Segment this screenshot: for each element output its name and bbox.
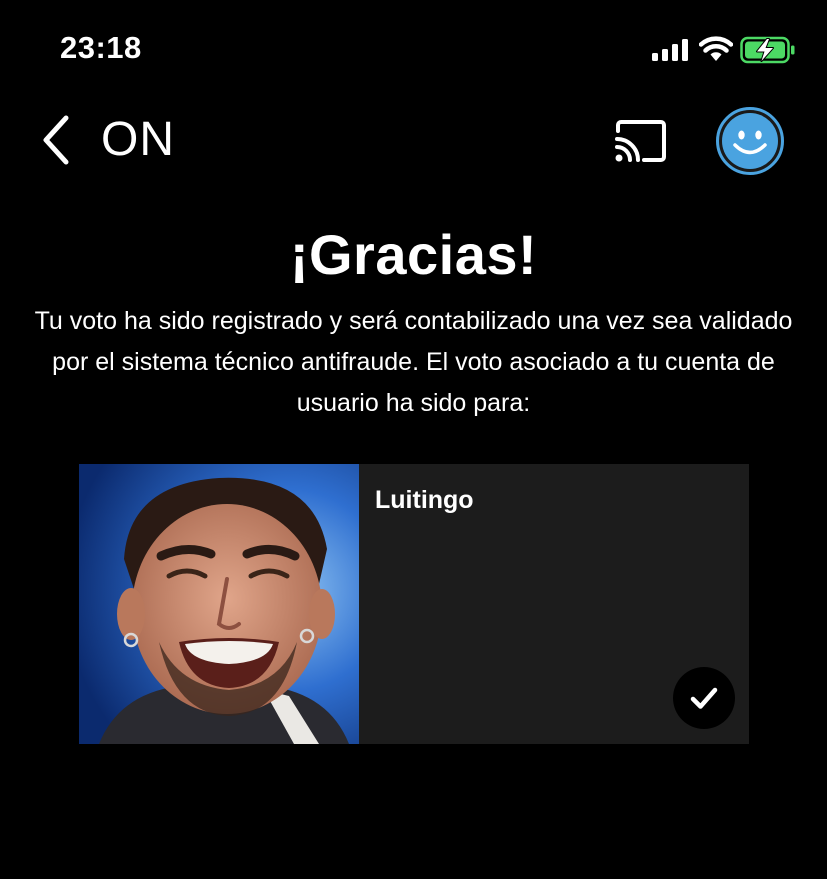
voted-candidate-card: Luitingo [79, 464, 749, 744]
candidate-photo [79, 464, 359, 744]
status-time: 23:18 [60, 30, 142, 65]
smiley-avatar-icon[interactable] [715, 106, 785, 176]
checkmark-icon [690, 687, 718, 709]
cast-icon[interactable] [614, 119, 668, 163]
candidate-name: Luitingo [375, 486, 474, 514]
page-title: ON [101, 113, 175, 166]
battery-charging-icon [740, 36, 795, 64]
wifi-icon [699, 36, 733, 61]
thank-you-heading: ¡Gracias! [289, 223, 538, 286]
chevron-left-icon[interactable] [38, 114, 74, 166]
selected-badge [673, 667, 735, 729]
vote-confirmation-message: Tu voto ha sido registrado y será contab… [34, 307, 793, 417]
signal-icon [652, 39, 688, 61]
status-bar: 23:18 [0, 0, 827, 100]
